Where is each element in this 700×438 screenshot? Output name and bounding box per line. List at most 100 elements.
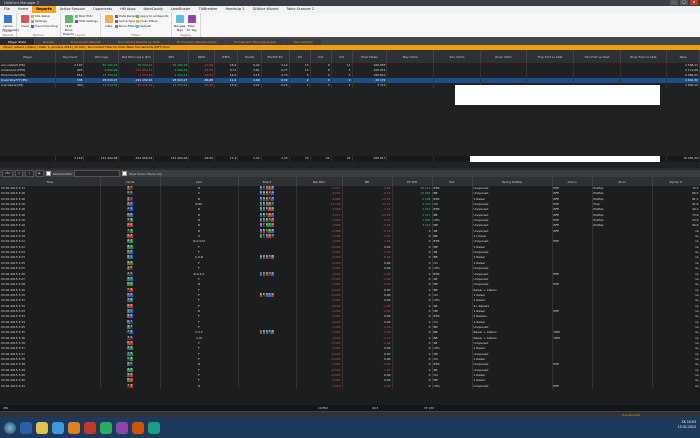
column-header-play-chk[interactable]: Play Chk% [386,50,435,63]
skype-icon[interactable] [116,421,128,434]
playing-card: T [130,319,133,324]
refresh-icon [136,24,140,28]
column-header-1st[interactable]: 1st [289,50,311,63]
refresh-icon[interactable]: ↻ [15,170,24,177]
playing-card: T [130,351,133,356]
hand-cell-bb: -2,00 [342,383,393,390]
close-icon[interactable]: × [690,0,698,5]
playing-card: 8 [130,357,133,361]
totals-cell: 1,35 [261,156,290,161]
playing-card: 6 [130,298,133,303]
ribbon-button-filter-for-tag[interactable]: Filter for Tag [186,14,198,32]
replay-icon[interactable]: ▶ [35,170,44,177]
hand-importing-icon [31,24,34,28]
column-header-river-fold-vs-cbet[interactable]: River Fold vs Cbet [620,50,668,63]
column-header-tag-count[interactable]: Tag Count [55,50,85,63]
playing-card: J [259,271,263,276]
menu-item-opponents[interactable]: Opponents [89,6,116,13]
chrome-icon[interactable] [52,421,64,434]
filter-dropdown[interactable] [73,170,120,177]
app-icon[interactable] [68,421,80,434]
playing-card: T [271,212,275,217]
apply-to-all-reports-label: Apply to all Reports [140,14,169,18]
keyboard-language[interactable]: SK [682,420,686,424]
ribbon-button-date[interactable]: Date [103,14,115,28]
menu-item-file[interactable]: File [0,6,14,13]
ribbon-button-refresh[interactable]: Refresh [136,24,168,29]
column-header-net-winnings-ev[interactable]: Net Winnings $ (EV) [118,50,155,63]
app3-icon[interactable] [148,421,160,434]
ribbon-button-hud-settings[interactable]: HUD Settings [74,19,98,24]
ie-icon[interactable] [20,421,32,434]
menu-item-hm-apps[interactable]: HM Apps [116,6,139,13]
os-taskbar: SK 10:03 15.02.2015 [0,417,700,438]
column-header-final-tables[interactable]: Final Tables [352,50,388,63]
column-header-rake[interactable]: Rake [666,50,700,63]
ribbon-group-options: Clear Site Setup Settings Hand Importing Opt… [17,13,61,37]
ribbon-button-hand-importing[interactable]: Hand Importing [31,24,58,29]
hands-column-action[interactable]: Action [552,177,593,186]
ribbon-button-move-filters[interactable]: Move Filters [114,24,136,29]
ribbon-button-clear[interactable]: Clear [19,14,31,28]
show-known-checkbox[interactable] [121,171,127,176]
app2-icon[interactable] [132,421,144,434]
hand-row[interactable]: 03.02.2015 3:41 77 R -1,000 -2,00 0 UTG Unopene… [0,383,700,390]
maximize-icon[interactable]: □ [680,0,688,5]
column-header-roi[interactable]: ROI% [188,50,215,63]
menu-item-home[interactable]: Home [14,6,32,13]
hands-column-line[interactable]: Line [160,177,239,186]
column-header-2nd[interactable]: 2nd [310,50,332,63]
menu-item-headsup-2[interactable]: HeadsUp 2 [221,6,248,13]
column-header-player[interactable]: Player [0,50,57,63]
clear-filters-icon [136,19,140,23]
playing-card: T [259,202,263,207]
playing-card: J [130,239,133,244]
menu-item-leakbuster[interactable]: LeakBuster [167,6,195,13]
pokerstars-icon[interactable] [84,421,96,434]
column-header-river-chk[interactable]: River Chk% [480,50,528,63]
site-setup-icon [31,14,34,18]
manage-tags-icon [175,15,184,23]
hands-column-pos[interactable]: Pos [432,177,473,186]
selected-filter-checkbox[interactable] [45,171,51,176]
column-header-itm[interactable]: ITM% [214,50,239,63]
playing-card: 8 [271,255,275,260]
start-icon[interactable] [4,421,16,434]
menu-item-active-session[interactable]: Active Session [56,6,89,13]
column-header-3rd[interactable]: 3rd [331,50,353,63]
column-header-ev[interactable]: $EV [153,50,190,63]
column-header-turn-chk[interactable]: Turn Chk% [433,50,481,63]
column-header-turn-fold-vs-cbet[interactable]: Turn Fold vs Cbet [573,50,621,63]
hands-column-bb[interactable]: BB [342,177,393,186]
menu-item-reports[interactable]: Reports [32,6,56,13]
column-header-ev-100-ev[interactable]: EV/100 EV [261,50,290,63]
hand-cell-facing: Unopened [472,383,553,390]
explorer-icon[interactable] [36,421,48,434]
minimize-icon[interactable]: – [670,0,678,5]
menu-item-notecaddy[interactable]: NoteCaddy [140,6,167,13]
playing-card: 8 [262,228,266,233]
hands-column-facing-preflop[interactable]: Facing Preflop [472,177,553,186]
window-title: Hold'em Manager 2 [4,1,40,5]
hands-column-cards[interactable]: Cards [100,177,161,186]
menu-item-gtrace-wizard[interactable]: GtRAce Wizard [249,6,283,13]
page-size-select[interactable]: 250 [2,170,14,177]
totals-cell: 22 [310,156,332,161]
hands-column-all-in[interactable]: All-In [592,177,653,186]
holdem-manager-icon[interactable] [100,421,112,434]
export-icon[interactable]: ⇩ [25,170,34,177]
hands-column-equity[interactable]: Equity % [652,177,700,186]
column-header-flop-fold-vs-cbet[interactable]: Flop Fold vs Cbet [526,50,574,63]
hands-column-time[interactable]: Time [0,177,101,186]
hands-column-net-won[interactable]: Net Won [296,177,343,186]
hands-toolbar: 250 ↻ ⇩ ▶ Selected Filter Show Known Han… [0,170,700,177]
player-stats-table: Player Tag Count Winnings Net Winnings $ (E… [0,50,700,168]
column-header-hands[interactable]: Hands [237,50,262,63]
hands-column-board[interactable]: Board [238,177,297,186]
column-header-winnings[interactable]: Winnings [83,50,120,63]
menu-item-table-scanner-2[interactable]: Table Scanner 2 [282,6,318,13]
hands-column-ev-diff[interactable]: EV Diff [392,177,433,186]
ribbon-button-manage-tags[interactable]: Manage Tags [174,14,186,32]
playing-card: J [259,234,263,239]
menu-item-tiltbreaker[interactable]: TiltBreaker [195,6,222,13]
